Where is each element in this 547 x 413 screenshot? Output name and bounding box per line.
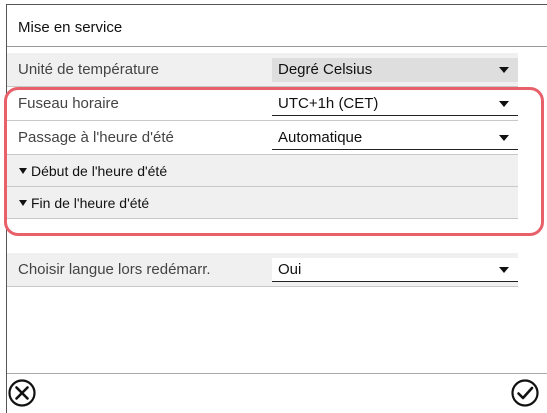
settings-screen: Mise en service Unité de température Deg… [0, 0, 547, 413]
dst-switch-dropdown[interactable]: Automatique [272, 126, 518, 150]
time-zone-value: UTC+1h (CET) [278, 95, 379, 112]
close-circle-icon [8, 379, 36, 407]
row-divider [7, 218, 518, 219]
temperature-unit-dropdown[interactable]: Degré Celsius [272, 58, 518, 82]
dst-end-label: Fin de l'heure d'été [31, 195, 150, 211]
dst-start-expander[interactable]: Début de l'heure d'été [7, 155, 518, 187]
row-divider [7, 286, 518, 287]
time-zone-dropdown[interactable]: UTC+1h (CET) [272, 92, 518, 116]
dst-switch-label: Passage à l'heure d'été [18, 129, 174, 146]
time-zone-label: Fuseau horaire [18, 95, 119, 112]
page-title: Mise en service [18, 19, 123, 36]
frame-border-top [6, 4, 547, 5]
dst-start-label: Début de l'heure d'été [31, 163, 168, 179]
expand-triangle-icon [19, 200, 27, 206]
cancel-button[interactable] [7, 378, 37, 408]
setting-row-dst-switch: Passage à l'heure d'été Automatique [7, 121, 518, 155]
chevron-down-icon [499, 67, 509, 73]
chevron-down-icon [499, 267, 509, 273]
setting-row-language-on-restart: Choisir langue lors redémarr. Oui [7, 253, 518, 287]
expand-triangle-icon [19, 168, 27, 174]
dst-end-expander[interactable]: Fin de l'heure d'été [7, 187, 518, 219]
checkmark-circle-icon [511, 379, 539, 407]
language-restart-dropdown[interactable]: Oui [272, 258, 518, 282]
temperature-unit-label: Unité de température [18, 61, 159, 78]
title-divider [7, 46, 547, 47]
confirm-button[interactable] [510, 378, 540, 408]
footer-divider [7, 373, 547, 374]
chevron-down-icon [499, 101, 509, 107]
language-restart-value: Oui [278, 261, 302, 278]
temperature-unit-value: Degré Celsius [278, 61, 373, 78]
setting-row-time-zone: Fuseau horaire UTC+1h (CET) [7, 87, 518, 121]
dst-switch-value: Automatique [278, 129, 363, 146]
setting-row-temperature-unit: Unité de température Degré Celsius [7, 53, 518, 87]
chevron-down-icon [499, 135, 509, 141]
language-restart-label: Choisir langue lors redémarr. [18, 261, 211, 278]
